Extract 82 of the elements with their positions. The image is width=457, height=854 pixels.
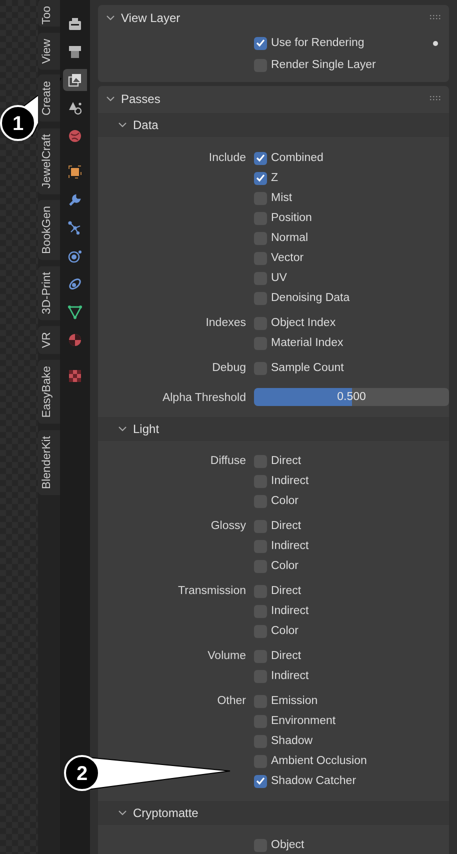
checkbox-label: Normal [271,232,308,244]
square-icon [67,164,83,180]
checkbox-label: Mist [271,192,292,204]
checkbox-label: Color [271,495,298,507]
chevron-icon[interactable] [118,810,127,816]
group-label: Include [208,151,246,166]
sidebar-tab[interactable]: Too [38,0,60,27]
chevron-icon[interactable] [106,96,115,102]
checkbox[interactable] [254,774,267,788]
checkbox-label: Direct [271,650,302,662]
shapes-icon [67,100,83,116]
checkbox-label: Combined [271,152,324,164]
sidebar-tab[interactable]: 3D-Print [38,266,60,320]
checkbox-label: Position [271,212,312,224]
checkbox-label: Shadow Catcher [271,775,356,787]
sidebar-tab[interactable]: EasyBake [38,360,60,424]
checkbox-label: Color [271,560,298,572]
subpanel-title[interactable]: Light [133,422,160,436]
panel-title[interactable]: View Layer [121,10,180,24]
checkbox-label: Object Index [271,317,336,329]
chevron-icon[interactable] [118,122,127,128]
subpanel-title[interactable]: Data [133,118,158,132]
sidebar-tab[interactable]: JewelCraft [38,128,60,194]
checkbox-label: Material Index [271,337,344,349]
panel-title[interactable]: Passes [121,92,160,106]
checkbox-label: Vector [271,252,304,264]
printer-icon [67,44,83,60]
checkbox-label: Direct [271,520,302,532]
sidebar-tab[interactable]: Create [38,75,60,122]
checkbox-label: Object [271,839,304,851]
image-stack-icon [67,72,83,88]
checkbox-label: Sample Count [271,362,344,374]
checkbox-label: Shadow [271,735,313,747]
sidebar-tab[interactable]: BookGen [38,200,60,260]
sidebar-tab[interactable]: VR [38,326,60,354]
group-label: Indexes [204,316,246,331]
drag-handle-icon[interactable] [430,14,441,20]
group-label: Volume [206,649,246,664]
toolbox-icon [67,16,83,32]
checkbox-label: Z [271,172,278,184]
orbit-icon [67,248,83,264]
checkbox-label: Color [271,625,298,637]
sidebar-tab[interactable]: View [38,32,60,70]
checkbox-label: Indirect [271,670,309,682]
checkbox[interactable] [254,152,267,164]
checkbox-label: Emission [271,695,318,707]
group-label: Diffuse [209,454,246,469]
checkbox-label: Environment [271,715,336,727]
globe-icon [67,128,83,144]
group-label: Debug [211,361,246,376]
chevron-icon[interactable] [106,14,115,20]
subpanel-title[interactable]: Cryptomatte [133,806,198,820]
checkbox-label: Indirect [271,605,309,617]
sphere-icon [67,332,83,348]
property-tab[interactable] [63,69,87,91]
checkbox-label: Indirect [271,540,309,552]
checkbox[interactable] [254,36,267,50]
subpanel-header[interactable]: Data [98,113,449,137]
checkbox-label: Render Single Layer [271,59,376,71]
checkbox[interactable] [254,172,267,184]
keyframe-dot-icon[interactable] [433,40,438,46]
nodes-icon [67,220,83,236]
checker-icon [67,368,83,384]
subpanel-header[interactable]: Cryptomatte [98,801,449,825]
checkbox-label: Indirect [271,475,309,487]
drag-handle-icon[interactable] [430,96,441,102]
group-label: Other [216,694,246,709]
checkbox-label: UV [271,272,287,284]
ring-icon [67,276,83,292]
checkbox-label: Direct [271,585,302,597]
checkbox-label: Denoising Data [271,292,350,304]
group-label: Transmission [177,584,246,599]
checkbox-label: Direct [271,455,302,467]
sidebar-tab[interactable]: BlenderKit [38,430,60,496]
slider-label: Alpha Threshold [161,391,246,406]
checkbox-label: Ambient Occlusion [271,755,367,767]
triangle-icon [67,304,83,320]
subpanel-header[interactable]: Light [98,417,449,441]
group-label: Glossy [210,519,246,534]
wrench-icon [67,192,83,208]
checkbox-label: Use for Rendering [271,37,364,49]
chevron-icon[interactable] [118,426,127,432]
